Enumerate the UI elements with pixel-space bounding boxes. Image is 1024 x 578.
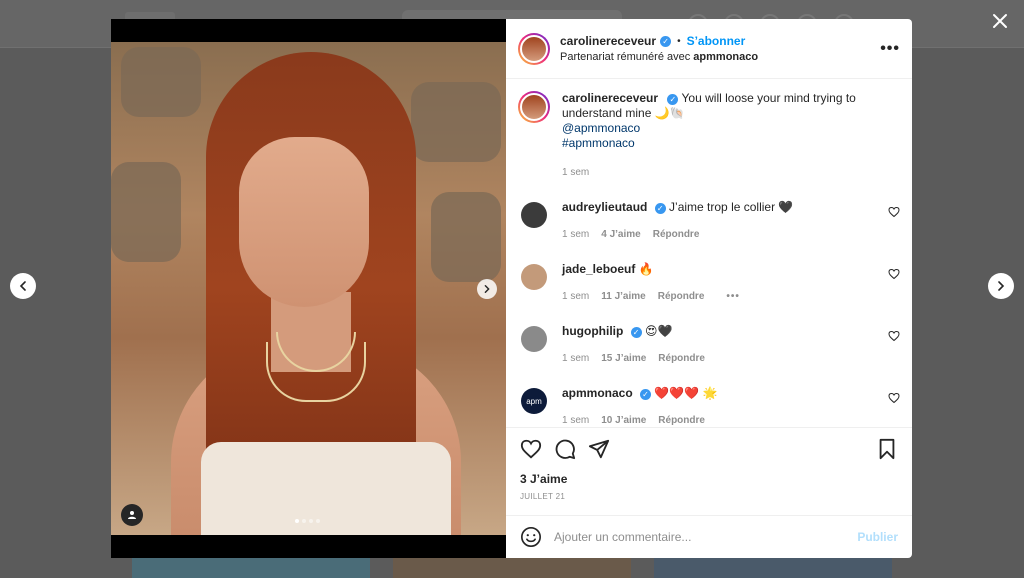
comment-item: hugophilip ✓ 😍🖤 1 sem 15 J’aime Répondre [518,324,900,366]
carousel-dots [295,519,320,523]
comment-text: J’aime trop le collier 🖤 [669,200,794,214]
comment-avatar[interactable] [521,202,547,228]
chevron-right-icon [998,281,1005,291]
comment-likes[interactable]: 15 J’aime [601,351,646,366]
verified-badge-icon: ✓ [667,94,679,105]
heart-icon[interactable] [888,268,900,280]
comment-username[interactable]: hugophilip [562,324,623,338]
post-panel: carolinereceveur ✓ • S’abonner Partenari… [506,19,912,558]
comment-likes[interactable]: 10 J’aime [601,413,646,427]
background-rock [121,47,201,117]
verified-badge-icon: ✓ [660,35,672,47]
reply-button[interactable]: Répondre [658,413,705,427]
separator-dot: • [677,35,681,47]
next-post-button[interactable] [988,273,1014,299]
comment-time[interactable]: 1 sem [562,289,589,304]
author-avatar[interactable] [518,32,550,65]
caption-author-avatar[interactable] [518,91,550,123]
comment-username[interactable]: apmmonaco [562,386,633,400]
comments-list[interactable]: carolinereceveur ✓ You will loose your m… [506,79,912,427]
follow-button[interactable]: S’abonner [687,34,746,48]
caption-hashtag-link[interactable]: #apmmonaco [562,136,635,150]
background-rock [111,162,181,262]
heart-icon[interactable] [888,330,900,342]
post-date: JUILLET 21 [520,492,566,501]
caption-mention-link[interactable]: @apmmonaco [562,121,640,135]
send-icon[interactable] [588,438,610,460]
comment-username[interactable]: jade_leboeuf [562,262,635,276]
bookmark-icon[interactable] [876,438,898,460]
chevron-right-icon [484,285,490,293]
comment-time[interactable]: 1 sem [562,351,589,366]
reply-button[interactable]: Répondre [658,289,705,304]
partnership-prefix: Partenariat rémunéré avec [560,51,691,63]
post-photo[interactable] [111,42,506,535]
comment-icon[interactable] [554,438,576,460]
comment-avatar[interactable]: apm [521,388,547,414]
carousel-dot [302,519,306,523]
close-icon [993,14,1007,28]
comment-text: 🔥 [638,262,654,276]
chevron-left-icon [19,281,26,291]
comment-likes[interactable]: 11 J’aime [601,289,645,304]
carousel-dot [295,519,299,523]
photo-top [201,442,451,535]
paid-partnership-label: Partenariat rémunéré avec apmmonaco [560,51,880,63]
comment-time[interactable]: 1 sem [562,413,589,427]
background-grid-thumb [393,558,631,578]
comment-item: jade_leboeuf 🔥 1 sem 11 J’aime Répondre … [518,262,900,304]
post-caption: carolinereceveur ✓ You will loose your m… [518,91,900,180]
post-actions: 3 J’aime JUILLET 21 [506,427,912,501]
caption-time[interactable]: 1 sem [562,165,862,180]
background-rock [411,82,501,162]
verified-badge-icon: ✓ [630,327,642,338]
author-username[interactable]: carolinereceveur [560,34,656,48]
post-modal: carolinereceveur ✓ • S’abonner Partenari… [111,19,912,558]
comment-text: 😍🖤 [645,324,673,338]
partner-link[interactable]: apmmonaco [693,51,758,63]
reply-button[interactable]: Répondre [658,351,705,366]
tagged-users-button[interactable] [121,504,143,526]
close-modal-button[interactable] [988,10,1012,34]
heart-icon[interactable] [520,438,542,460]
comment-likes[interactable]: 4 J’aime [601,227,640,242]
reply-button[interactable]: Répondre [653,227,700,242]
background-grid-thumb [654,558,892,578]
comment-options-button[interactable]: ••• [726,289,740,304]
photo-face [239,137,369,307]
comment-item: apm apmmonaco ✓ ❤️❤️❤️ 🌟 1 sem 10 J’aime… [518,386,900,427]
comment-time[interactable]: 1 sem [562,227,589,242]
comment-input[interactable] [554,530,858,544]
verified-badge-icon: ✓ [640,389,652,400]
heart-icon[interactable] [888,206,900,218]
more-options-button[interactable]: ••• [880,40,900,58]
verified-badge-icon: ✓ [654,203,666,214]
avatar-logo-text: apm [526,396,542,406]
media-next-slide-button[interactable] [477,279,497,299]
comment-avatar[interactable] [521,326,547,352]
smiley-icon[interactable] [520,526,542,548]
publish-button[interactable]: Publier [857,530,898,544]
carousel-dot [316,519,320,523]
post-header: carolinereceveur ✓ • S’abonner Partenari… [506,19,912,79]
caption-username[interactable]: carolinereceveur [562,91,658,105]
comment-item: audreylieutaud ✓ J’aime trop le collier … [518,200,900,242]
post-media [111,19,506,558]
photo-necklace [266,342,366,402]
comment-username[interactable]: audreylieutaud [562,200,647,214]
comment-text: ❤️❤️❤️ 🌟 [654,386,718,400]
previous-post-button[interactable] [10,273,36,299]
heart-icon[interactable] [888,392,900,404]
user-tag-icon [128,511,136,519]
background-rock [431,192,501,282]
comment-avatar[interactable] [521,264,547,290]
background-grid-thumb [132,558,370,578]
carousel-dot [309,519,313,523]
add-comment-bar: Publier [506,515,912,558]
likes-count[interactable]: 3 J’aime [520,472,898,486]
